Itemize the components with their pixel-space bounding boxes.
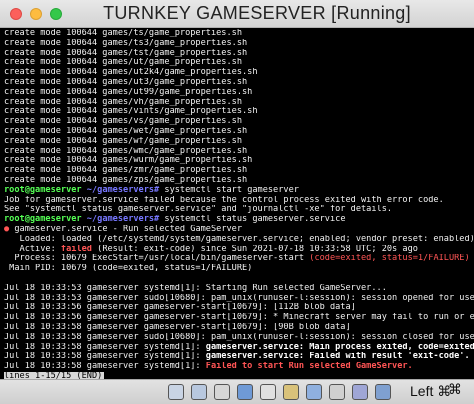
- console-line: Jul 18 10:33:58 gameserver sudo[10680]: …: [4, 333, 474, 343]
- console-line: create mode 100644 games/wf/game_propert…: [4, 137, 474, 147]
- console-line: root@gameserver ~/gameservers# systemctl…: [4, 215, 474, 225]
- console-text: create mode 100644 games/ut3/game_proper…: [4, 77, 248, 87]
- console-text: Jul 18 10:33:53 gameserver systemd[1]: S…: [4, 283, 387, 293]
- console-text: create mode 100644 games/ut2k4/game_prop…: [4, 68, 258, 78]
- console-text: create mode 100644 games/ut99/game_prope…: [4, 87, 253, 97]
- audio-icon[interactable]: [214, 384, 230, 400]
- console-line: Jul 18 10:33:53 gameserver sudo[10680]: …: [4, 294, 474, 304]
- window-titlebar: TURNKEY GAMESERVER [Running]: [0, 0, 474, 28]
- console-text: create mode 100644 games/wmc/game_proper…: [4, 146, 248, 156]
- console-text: create mode 100644 games/vs/game_propert…: [4, 117, 242, 127]
- console-text: create mode 100644 games/ut/game_propert…: [4, 58, 242, 68]
- console-line: Jul 18 10:33:58 gameserver gameserver-st…: [4, 323, 474, 333]
- vm-status-bar: Left ⌘ ⌘: [0, 379, 474, 404]
- console-line: Jul 18 10:33:53 gameserver systemd[1]: S…: [4, 284, 474, 294]
- console-text: Jul 18 10:33:56 gameserver gameserver-st…: [4, 313, 474, 323]
- console-text: (Result: exit-code) since Sun 2021-07-18…: [91, 244, 418, 254]
- console-line: Jul 18 10:33:56 gameserver gameserver-st…: [4, 303, 474, 313]
- console-text: Jul 18 10:33:58 gameserver systemd[1]:: [4, 352, 206, 362]
- console-text: Active:: [4, 244, 61, 254]
- console-text: root@gameserver: [4, 185, 82, 195]
- console-line: create mode 100644 games/vh/game_propert…: [4, 98, 474, 108]
- console-line: create mode 100644 games/zps/game_proper…: [4, 176, 474, 186]
- console-text: failed: [60, 244, 92, 254]
- console-line: Jul 18 10:33:56 gameserver gameserver-st…: [4, 313, 474, 323]
- console-line: See "systemctl status gameserver.service…: [4, 205, 474, 215]
- console-text: gameserver.service: Failed with result '…: [205, 352, 470, 362]
- command-key-icon: ⌘: [448, 382, 462, 398]
- console-text: ~/gameservers#: [86, 185, 160, 195]
- console-line: Process: 10679 ExecStart=/usr/local/bin/…: [4, 254, 474, 264]
- console-line: Job for gameserver.service failed becaus…: [4, 196, 474, 206]
- console-text: Loaded: loaded (/etc/systemd/system/game…: [4, 234, 474, 244]
- pager-status: lines 1-15/15 (END): [4, 371, 105, 379]
- console-text: create mode 100644 games/zmr/game_proper…: [4, 166, 248, 176]
- console-line: create mode 100644 games/ut99/game_prope…: [4, 88, 474, 98]
- mouse-integration-icon[interactable]: [352, 384, 368, 400]
- display-icon[interactable]: [306, 384, 322, 400]
- console-text: create mode 100644 games/vints/game_prop…: [4, 107, 258, 117]
- console-line: Jul 18 10:33:58 gameserver systemd[1]: g…: [4, 343, 474, 353]
- console-text: create mode 100644 games/ts3/game_proper…: [4, 38, 248, 48]
- console-line: create mode 100644 games/ut2k4/game_prop…: [4, 68, 474, 78]
- console-text: Jul 18 10:33:58 gameserver sudo[10680]: …: [4, 332, 474, 342]
- console-line: create mode 100644 games/ts3/game_proper…: [4, 39, 474, 49]
- console-text: Main PID: 10679 (code=exited, status=1/F…: [4, 264, 253, 274]
- window-title: TURNKEY GAMESERVER [Running]: [103, 3, 411, 23]
- console-text: Failed to start Run selected GameServer.: [205, 362, 413, 372]
- console-line: create mode 100644 games/vints/game_prop…: [4, 107, 474, 117]
- console-line: root@gameserver ~/gameservers# systemctl…: [4, 186, 474, 196]
- keyboard-capture-icon[interactable]: [375, 384, 391, 400]
- console-text: Jul 18 10:33:58 gameserver systemd[1]:: [4, 342, 206, 352]
- console-text: systemctl status gameserver.service: [159, 215, 346, 225]
- console-line: create mode 100644 games/wet/game_proper…: [4, 127, 474, 137]
- console-text: create mode 100644 games/ts/game_propert…: [4, 29, 242, 38]
- console-text: create mode 100644 games/wurm/game_prope…: [4, 156, 253, 166]
- console-text: Jul 18 10:33:56 gameserver gameserver-st…: [4, 303, 356, 313]
- console-text: create mode 100644 games/tst/game_proper…: [4, 48, 248, 58]
- console-text: create mode 100644 games/vh/game_propert…: [4, 97, 242, 107]
- console-line: Jul 18 10:33:58 gameserver systemd[1]: F…: [4, 362, 474, 372]
- console-line: create mode 100644 games/zmr/game_proper…: [4, 166, 474, 176]
- pager-status-line: lines 1-15/15 (END): [4, 371, 474, 379]
- terminal-console[interactable]: create mode 100644 games/ts/game_propert…: [0, 28, 474, 379]
- host-key-label: Left ⌘: [410, 383, 452, 399]
- console-text: root@gameserver: [4, 215, 82, 225]
- console-line: create mode 100644 games/vs/game_propert…: [4, 117, 474, 127]
- console-text: create mode 100644 games/zps/game_proper…: [4, 175, 248, 185]
- console-line: create mode 100644 games/ut/game_propert…: [4, 58, 474, 68]
- console-text: Job for gameserver.service failed becaus…: [4, 195, 444, 205]
- console-text: create mode 100644 games/wet/game_proper…: [4, 126, 248, 136]
- console-line: create mode 100644 games/tst/game_proper…: [4, 49, 474, 59]
- console-line: create mode 100644 games/wurm/game_prope…: [4, 156, 474, 166]
- console-line: create mode 100644 games/wmc/game_proper…: [4, 147, 474, 157]
- hard-disk-icon[interactable]: [168, 384, 184, 400]
- console-text: create mode 100644 games/wf/game_propert…: [4, 136, 242, 146]
- console-text: Jul 18 10:33:58 gameserver systemd[1]:: [4, 362, 206, 372]
- console-text: Jul 18 10:33:53 gameserver sudo[10680]: …: [4, 293, 474, 303]
- console-line: Jul 18 10:33:58 gameserver systemd[1]: g…: [4, 352, 474, 362]
- recording-icon[interactable]: [329, 384, 345, 400]
- console-line: create mode 100644 games/ut3/game_proper…: [4, 78, 474, 88]
- usb-icon[interactable]: [260, 384, 276, 400]
- console-text: Jul 18 10:33:58 gameserver gameserver-st…: [4, 322, 351, 332]
- console-text: Process: 10679 ExecStart=/usr/local/bin/…: [4, 254, 310, 264]
- shared-folder-icon[interactable]: [283, 384, 299, 400]
- console-line: Active: failed (Result: exit-code) since…: [4, 245, 474, 255]
- optical-drive-icon[interactable]: [191, 384, 207, 400]
- console-text: ~/gameservers#: [86, 215, 160, 225]
- console-line: ● gameserver.service - Run selected Game…: [4, 225, 474, 235]
- console-line: Loaded: loaded (/etc/systemd/system/game…: [4, 235, 474, 245]
- console-text: gameserver.service: Main process exited,…: [205, 342, 474, 352]
- network-icon[interactable]: [237, 384, 253, 400]
- console-line: Main PID: 10679 (code=exited, status=1/F…: [4, 264, 474, 274]
- console-line: [4, 274, 474, 284]
- console-text: gameserver.service - Run selected GameSe…: [9, 224, 243, 234]
- console-text: (code=exited, status=1/FAILURE): [309, 254, 470, 264]
- console-text: systemctl start gameserver: [159, 185, 299, 195]
- console-text: See "systemctl status gameserver.service…: [4, 205, 393, 215]
- console-line: create mode 100644 games/ts/game_propert…: [4, 29, 474, 39]
